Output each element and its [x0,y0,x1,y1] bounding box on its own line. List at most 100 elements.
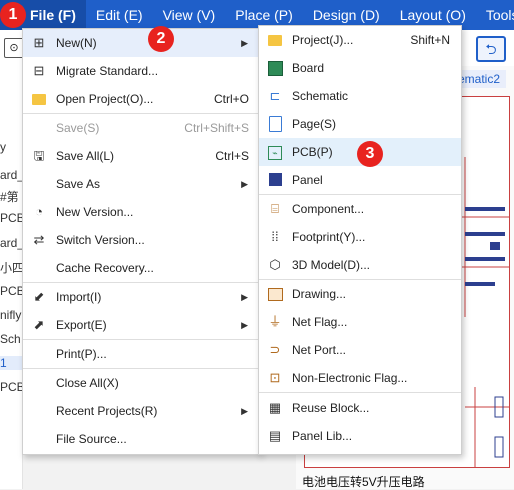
menu-item-label: PCB(P) [292,145,333,159]
new-icon: ⊞ [33,35,45,50]
menu-item-label: New(N) [56,36,97,50]
file-menu: ⊞ New(N) ▶ ⊟ Migrate Standard... Open Pr… [22,28,261,455]
menu-item-label: Switch Version... [56,233,145,247]
drawing-icon [267,286,283,302]
step-badge-2: 2 [148,26,174,52]
submenu-item-component[interactable]: ⌸ Component... [259,195,461,223]
menu-item-label: Reuse Block... [292,401,370,415]
menu-item-label: Panel [292,173,323,187]
chevron-right-icon: ▶ [241,179,248,189]
menu-item-label: 3D Model(D)... [292,258,371,272]
menu-item-label: Component... [292,202,365,216]
footprint-icon: ⁞⁞ [271,229,279,244]
menu-item-label: Cache Recovery... [56,261,154,275]
menu-item-recent-projects[interactable]: Recent Projects(R) ▶ [23,397,260,425]
new-submenu: Project(J)... Shift+N Board ⊏ Schematic … [258,25,462,455]
menu-item-export[interactable]: ⬈ Export(E) ▶ [23,311,260,339]
submenu-item-reuse-block[interactable]: ▦ Reuse Block... [259,394,461,422]
menu-edit[interactable]: Edit (E) [86,0,153,30]
submenu-item-project[interactable]: Project(J)... Shift+N [259,26,461,54]
net-port-icon: ⊃ [269,342,281,357]
menu-item-label: Footprint(Y)... [292,230,366,244]
menu-item-file-source[interactable]: File Source... [23,425,260,453]
menu-item-save-as[interactable]: Save As ▶ [23,170,260,198]
submenu-item-page[interactable]: Page(S) [259,110,461,138]
menu-item-label: Panel Lib... [292,429,353,443]
toolbar-icon[interactable]: ⊙ [4,38,24,58]
switch-version-icon: ⇄ [33,232,45,247]
submenu-item-panel[interactable]: Panel [259,166,461,194]
menu-item-label: Net Flag... [292,315,348,329]
chevron-right-icon: ▶ [241,320,248,330]
step-badge-1: 1 [0,2,26,28]
menu-item-label: Schematic [292,89,349,103]
save-all-icon: 🖫 [33,148,45,163]
pcb-icon: ⌁ [267,144,283,160]
menu-item-open-project[interactable]: Open Project(O)... Ctrl+O [23,85,260,113]
submenu-item-schematic[interactable]: ⊏ Schematic [259,82,461,110]
menu-item-save[interactable]: Save(S) Ctrl+Shift+S [23,114,260,142]
menu-item-label: Net Port... [292,343,347,357]
submenu-item-board[interactable]: Board [259,54,461,82]
submenu-item-panel-lib[interactable]: ▤ Panel Lib... [259,422,461,450]
chevron-right-icon: ▶ [241,292,248,302]
menu-item-label: Print(P)... [56,347,107,361]
new-version-icon: ◔ [35,204,43,219]
menu-item-label: Open Project(O)... [56,92,154,106]
menu-item-label: Save All(L) [56,149,115,163]
menu-item-label: Save As [56,177,101,191]
menu-item-label: Recent Projects(R) [56,404,158,418]
panel-icon [267,172,283,188]
undo-icon[interactable]: ⮌ [476,36,506,62]
submenu-item-footprint[interactable]: ⁞⁞ Footprint(Y)... [259,223,461,251]
component-icon: ⌸ [271,201,279,216]
step-badge-3: 3 [357,141,383,167]
schematic-title: 电池电压转5V升压电路 [302,475,425,489]
shortcut-label: Ctrl+S [215,149,249,163]
submenu-item-drawing[interactable]: Drawing... [259,280,461,308]
export-icon: ⬈ [33,317,45,332]
menu-item-label: New Version... [56,205,134,219]
panel-lib-icon: ▤ [268,428,282,443]
shortcut-label: Shift+N [410,33,450,47]
project-panel: y ard_ #第 PCB ard_ 小四 PCB nifly Sch 1 PC… [0,66,30,489]
menu-item-label: Drawing... [292,287,347,301]
page-icon [267,116,283,132]
3d-model-icon: ⬡ [269,257,281,272]
menu-item-cache-recovery[interactable]: Cache Recovery... [23,254,260,282]
menu-item-migrate-standard[interactable]: ⊟ Migrate Standard... [23,57,260,85]
menu-item-close-all[interactable]: Close All(X) [23,369,260,397]
folder-icon [267,32,283,48]
submenu-item-net-flag[interactable]: ⏚ Net Flag... [259,308,461,336]
submenu-item-net-port[interactable]: ⊃ Net Port... [259,336,461,364]
menu-item-save-all[interactable]: 🖫 Save All(L) Ctrl+S [23,142,260,170]
menu-tools[interactable]: Tools [476,0,514,30]
net-flag-icon: ⏚ [268,314,282,329]
menu-item-label: Save(S) [56,121,100,135]
submenu-item-3d-model[interactable]: ⬡ 3D Model(D)... [259,251,461,279]
folder-icon [31,91,47,107]
menu-item-label: Page(S) [292,117,337,131]
menu-item-label: Close All(X) [56,376,119,390]
shortcut-label: Ctrl+O [213,92,249,106]
menu-item-new-version[interactable]: ◔ New Version... [23,198,260,226]
menu-item-label: File Source... [56,432,127,446]
migrate-icon: ⊟ [33,63,45,78]
menu-item-label: Import(I) [56,290,102,304]
menu-item-switch-version[interactable]: ⇄ Switch Version... [23,226,260,254]
menu-item-label: Migrate Standard... [56,64,159,78]
non-electronic-flag-icon: ⊡ [269,370,281,385]
menu-item-label: Export(E) [56,318,107,332]
board-icon [267,60,283,76]
import-icon: ⬋ [33,289,45,304]
menu-item-label: Project(J)... [292,33,354,47]
reuse-block-icon: ▦ [268,400,282,415]
menu-item-print[interactable]: Print(P)... [23,340,260,368]
submenu-item-non-electronic-flag[interactable]: ⊡ Non-Electronic Flag... [259,364,461,392]
menu-item-import[interactable]: ⬋ Import(I) ▶ [23,283,260,311]
schematic-icon: ⊏ [269,88,281,103]
menu-item-label: Non-Electronic Flag... [292,371,408,385]
menu-item-label: Board [292,61,325,75]
chevron-right-icon: ▶ [241,406,248,416]
menu-item-new[interactable]: ⊞ New(N) ▶ [23,29,260,57]
